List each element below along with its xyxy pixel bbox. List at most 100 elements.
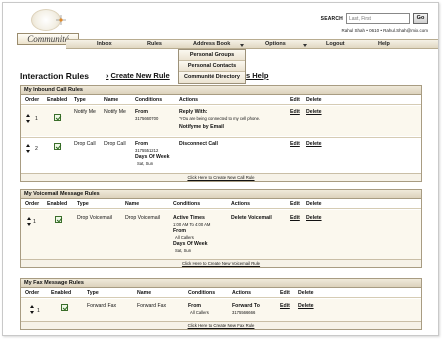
nav-logout[interactable]: Logout: [326, 40, 345, 49]
menu-item-communite-directory[interactable]: Communité Directory: [179, 72, 245, 83]
col-delete: Delete: [306, 201, 322, 207]
condition-value: 3175660700: [135, 116, 159, 121]
nav-rules[interactable]: Rules: [147, 40, 162, 49]
chevron-down-icon[interactable]: [240, 44, 244, 47]
col-edit: Edit: [280, 290, 290, 296]
condition-label: From: [135, 141, 148, 147]
col-name: Name: [125, 201, 140, 207]
fax-rules-panel: My Fax Message Rules Order Enabled Type …: [20, 278, 422, 330]
action-detail: 3175566666: [232, 310, 256, 315]
col-name: Name: [137, 290, 152, 296]
action-label: Disconnect Call: [179, 141, 218, 147]
condition-label-3: Days Of Week: [173, 241, 208, 247]
edit-link[interactable]: Edit: [290, 109, 300, 115]
col-delete: Delete: [298, 290, 314, 296]
rule-name: Drop Call: [104, 141, 126, 147]
create-voicemail-rule-link[interactable]: Click Here to Create New Voicemail Rule: [21, 259, 421, 267]
enabled-checkbox[interactable]: [54, 114, 61, 121]
col-actions: Actions: [232, 290, 252, 296]
create-call-rule-link[interactable]: Click Here to Create New Call Rule: [21, 173, 421, 181]
rule-name: Drop Voicemail: [125, 215, 160, 221]
logo-sparkle-icon: [56, 15, 66, 25]
reorder-arrows-icon[interactable]: [26, 114, 31, 123]
rule-type: Forward Fax: [87, 303, 117, 309]
condition-value-2: Sat, Sun: [137, 161, 154, 166]
voicemail-rules-panel: My Voicemail Message Rules Order Enabled…: [20, 189, 422, 268]
col-type: Type: [74, 97, 86, 103]
col-conditions: Conditions: [173, 201, 201, 207]
col-type: Type: [77, 201, 89, 207]
action-detail: 'YOu are being connected to my cell phon…: [179, 116, 261, 121]
edit-link[interactable]: Edit: [290, 215, 300, 221]
order-value: 1: [37, 308, 40, 314]
table-row: [21, 299, 421, 321]
delete-link[interactable]: Delete: [306, 141, 322, 147]
delete-link[interactable]: Delete: [306, 215, 322, 221]
col-enabled: Enabled: [51, 290, 72, 296]
create-fax-rule-link[interactable]: Click Here to Create New Fax Rule: [21, 321, 421, 329]
divider: [21, 104, 421, 105]
reorder-arrows-icon[interactable]: [26, 144, 31, 153]
search-input[interactable]: [346, 13, 410, 24]
enabled-checkbox[interactable]: [55, 216, 62, 223]
create-new-rule-label: Create New Rule: [110, 71, 170, 80]
nav-options[interactable]: Options: [265, 40, 286, 49]
chevron-down-icon[interactable]: [303, 44, 307, 47]
order-value: 2: [35, 146, 38, 152]
delete-link[interactable]: Delete: [298, 303, 314, 309]
col-enabled: Enabled: [47, 201, 68, 207]
nav-address-book[interactable]: Address Book: [193, 40, 230, 49]
action-label: Forward To: [232, 303, 260, 309]
nav-help[interactable]: Help: [378, 40, 390, 49]
go-button[interactable]: Go: [413, 13, 428, 24]
edit-link[interactable]: Edit: [290, 141, 300, 147]
action-label: Delete Voicemail: [231, 215, 272, 221]
col-order: Order: [25, 97, 40, 103]
reorder-arrows-icon[interactable]: [30, 305, 35, 314]
col-actions: Actions: [231, 201, 251, 207]
rule-type: Notify Me: [74, 109, 96, 115]
enabled-checkbox[interactable]: [61, 304, 68, 311]
edit-link[interactable]: Edit: [280, 303, 290, 309]
help-link[interactable]: s Help: [246, 71, 269, 80]
condition-value: All Callers: [190, 310, 209, 315]
divider: [21, 208, 421, 209]
search-label: SEARCH: [320, 15, 343, 22]
order-value: 1: [35, 116, 38, 122]
action-label: Reply With:: [179, 109, 208, 115]
condition-label: From: [188, 303, 201, 309]
divider: [21, 297, 421, 298]
menu-item-personal-contacts[interactable]: Personal Contacts: [179, 61, 245, 72]
search-area: SEARCH Go: [321, 12, 428, 25]
order-value: 1: [33, 219, 36, 225]
condition-label: From: [135, 109, 148, 115]
condition-label-2: Days Of Week: [135, 154, 170, 160]
delete-link[interactable]: Delete: [306, 109, 322, 115]
panel-title: My Voicemail Message Rules: [21, 190, 421, 199]
enabled-checkbox[interactable]: [54, 143, 61, 150]
rule-name: Notify Me: [104, 109, 126, 115]
col-type: Type: [87, 290, 99, 296]
condition-label-2: From: [173, 228, 186, 234]
condition-value-3: Sat, Sun: [175, 248, 192, 253]
rule-type: Drop Call: [74, 141, 96, 147]
nav-inbox[interactable]: Inbox: [97, 40, 112, 49]
col-order: Order: [25, 290, 40, 296]
address-book-dropdown: Personal Groups Personal Contacts Commun…: [178, 49, 246, 84]
col-delete: Delete: [306, 97, 322, 103]
create-new-rule-link[interactable]: › Create New Rule: [106, 71, 170, 80]
divider: [21, 137, 421, 138]
app-window: Communité SEARCH Go Rahul Shah • 0610 • …: [2, 2, 439, 336]
condition-label: Active Times: [173, 215, 205, 221]
reorder-arrows-icon[interactable]: [27, 217, 32, 226]
col-name: Name: [104, 97, 119, 103]
menu-item-personal-groups[interactable]: Personal Groups: [179, 50, 245, 61]
col-enabled: Enabled: [47, 97, 68, 103]
col-conditions: Conditions: [188, 290, 216, 296]
rule-name: Forward Fax: [137, 303, 167, 309]
action-label-2: Notifyme by Email: [179, 124, 224, 130]
panel-title: My Fax Message Rules: [21, 279, 421, 288]
rule-type: Drop Voicemail: [77, 215, 112, 221]
col-conditions: Conditions: [135, 97, 163, 103]
main-nav: Inbox Rules Address Book Options Logout …: [66, 39, 438, 49]
